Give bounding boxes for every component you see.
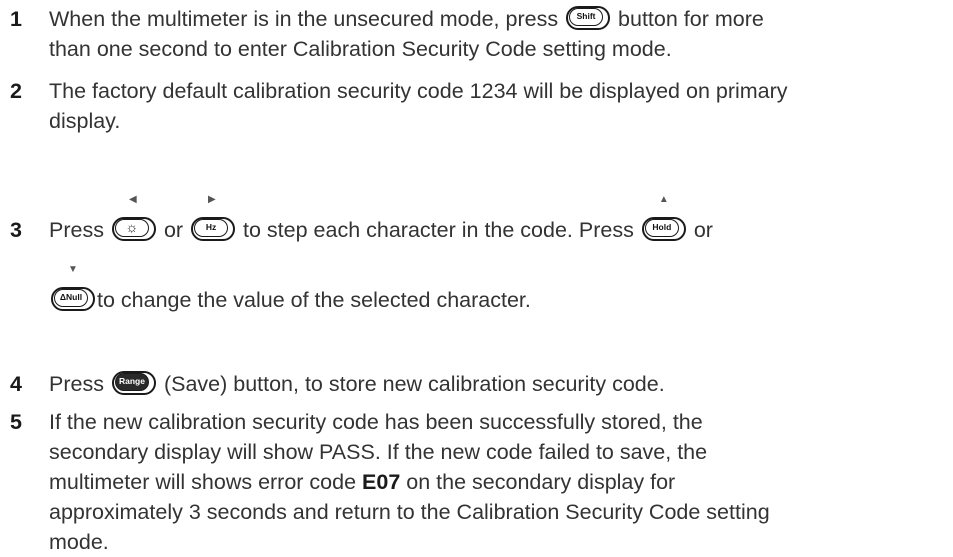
down-arrow-icon: ▼ [68, 264, 78, 276]
step-text-line: multimeter will shows error code E07 on … [49, 470, 676, 494]
left-arrow-icon: ◀ [128, 194, 137, 206]
step-text-line: secondary display will show PASS. If the… [49, 440, 708, 464]
step-text-line: approximately 3 seconds and return to th… [49, 500, 770, 524]
step-text-line: mode. [49, 530, 109, 554]
hz-right-button[interactable]: ▶ Hz [191, 195, 236, 242]
brightness-icon: ☼ [114, 219, 149, 238]
step-number: 5 [10, 410, 22, 434]
right-arrow-icon: ▶ [208, 194, 216, 206]
shift-button[interactable]: Shift [566, 6, 611, 31]
step-text-line: When the multimeter is in the unsecured … [49, 6, 764, 31]
null-down-button[interactable]: ▼ ΔNull [51, 265, 95, 312]
step-number: 3 [10, 218, 22, 242]
step-text-line: than one second to enter Calibration Sec… [49, 37, 672, 61]
step-text-line: ▼ ΔNull to change the value of the selec… [0, 265, 945, 315]
brightness-left-button[interactable]: ◀ ☼ [111, 195, 156, 242]
step-text-line: Press ◀ ☼ or ▶ Hz to step each character… [49, 194, 713, 242]
error-code: E07 [362, 470, 401, 494]
range-save-button[interactable]: Range [111, 371, 156, 396]
step-number: 1 [10, 7, 22, 31]
hold-up-button[interactable]: ▲ Hold [641, 195, 686, 242]
step-text-line: If the new calibration security code has… [49, 410, 703, 434]
up-arrow-icon: ▲ [658, 194, 669, 206]
step-text-line: display. [49, 109, 121, 133]
step-number: 2 [10, 79, 22, 103]
step-text-line: Press Range (Save) button, to store new … [49, 371, 665, 396]
step-text-line: The factory default calibration security… [49, 79, 788, 103]
step-number: 4 [10, 372, 22, 396]
